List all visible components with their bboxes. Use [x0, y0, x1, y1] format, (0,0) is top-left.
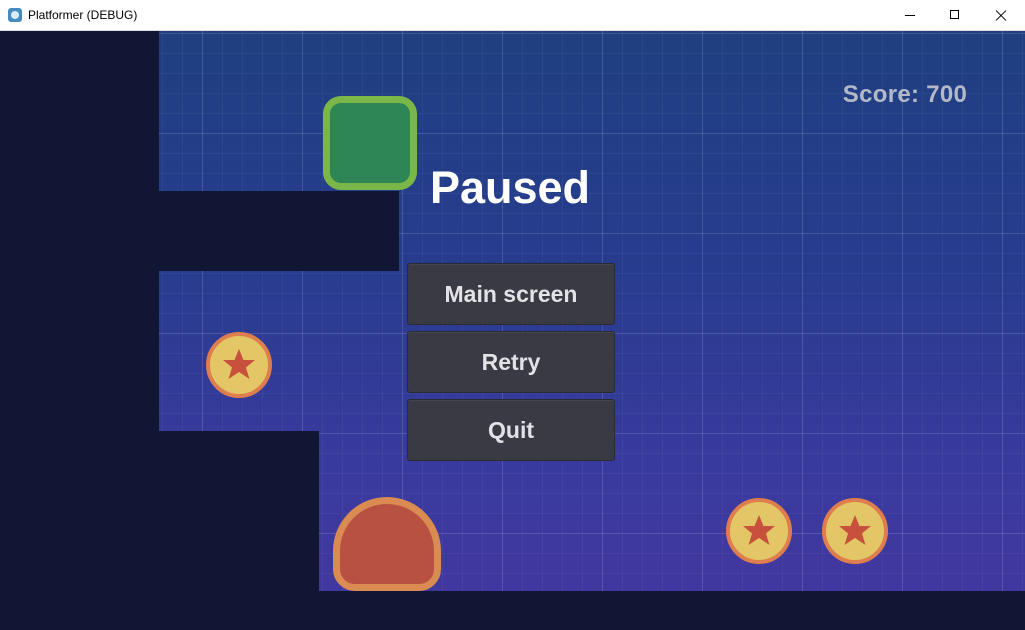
score-label: Score: 700	[842, 81, 968, 108]
game-window: Platformer (DEBUG) Score: 700 Paused Mai…	[0, 0, 1025, 630]
minimize-icon[interactable]	[887, 0, 933, 30]
player-character	[323, 96, 417, 190]
close-icon[interactable]	[978, 0, 1024, 30]
upper-ledge	[159, 191, 399, 271]
game-viewport: Score: 700 Paused Main screen Retry Quit	[0, 31, 1025, 630]
star-coin	[206, 332, 272, 398]
lower-step	[159, 431, 319, 630]
star-coin	[726, 498, 792, 564]
paused-title: Paused	[429, 162, 591, 213]
title-bar[interactable]: Platformer (DEBUG)	[0, 0, 1025, 31]
star-coin	[822, 498, 888, 564]
window-title: Platformer (DEBUG)	[28, 8, 138, 22]
left-wall	[0, 31, 159, 630]
retry-button[interactable]: Retry	[407, 331, 615, 393]
star-icon	[743, 515, 775, 545]
main-screen-button[interactable]: Main screen	[407, 263, 615, 325]
star-icon	[223, 349, 255, 379]
quit-button[interactable]: Quit	[407, 399, 615, 461]
star-icon	[839, 515, 871, 545]
floor	[319, 591, 1025, 630]
godot-icon	[8, 8, 22, 22]
maximize-icon[interactable]	[932, 0, 978, 30]
